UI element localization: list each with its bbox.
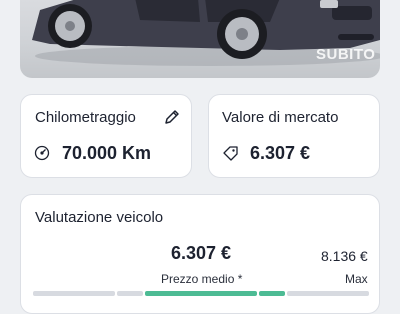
market-value: 6.307 € [250, 143, 311, 163]
average-price-label: Prezzo medio * [161, 272, 243, 286]
car-illustration [32, 0, 380, 66]
range-segment-high [259, 291, 285, 296]
price-tag-icon [222, 145, 239, 167]
edit-pencil-icon[interactable] [164, 109, 180, 130]
range-segment-max [287, 291, 369, 296]
mileage-value: 70.000 Km [62, 143, 152, 163]
vehicle-photo[interactable]: SUBITO [20, 0, 380, 78]
max-price-value: 8.136 € [321, 248, 368, 264]
price-range-bar [33, 291, 369, 296]
valuation-card-title: Valutazione veicolo [35, 209, 164, 226]
range-segment-low [33, 291, 115, 296]
mileage-card: Chilometraggio 70.000 Km [20, 94, 192, 178]
vehicle-valuation-card: Valutazione veicolo 6.307 € Prezzo medio… [20, 194, 380, 314]
average-price-value: 6.307 € [171, 243, 232, 263]
range-segment-average [145, 291, 257, 296]
market-value-card: Valore di mercato 6.307 € [208, 94, 380, 178]
range-segment-mid-left [117, 291, 143, 296]
watermark-logo: SUBITO [316, 46, 376, 63]
mileage-card-title: Chilometraggio [35, 109, 136, 126]
market-value-card-title: Valore di mercato [222, 109, 339, 126]
odometer-icon [34, 145, 50, 166]
max-price-label: Max [345, 272, 368, 286]
